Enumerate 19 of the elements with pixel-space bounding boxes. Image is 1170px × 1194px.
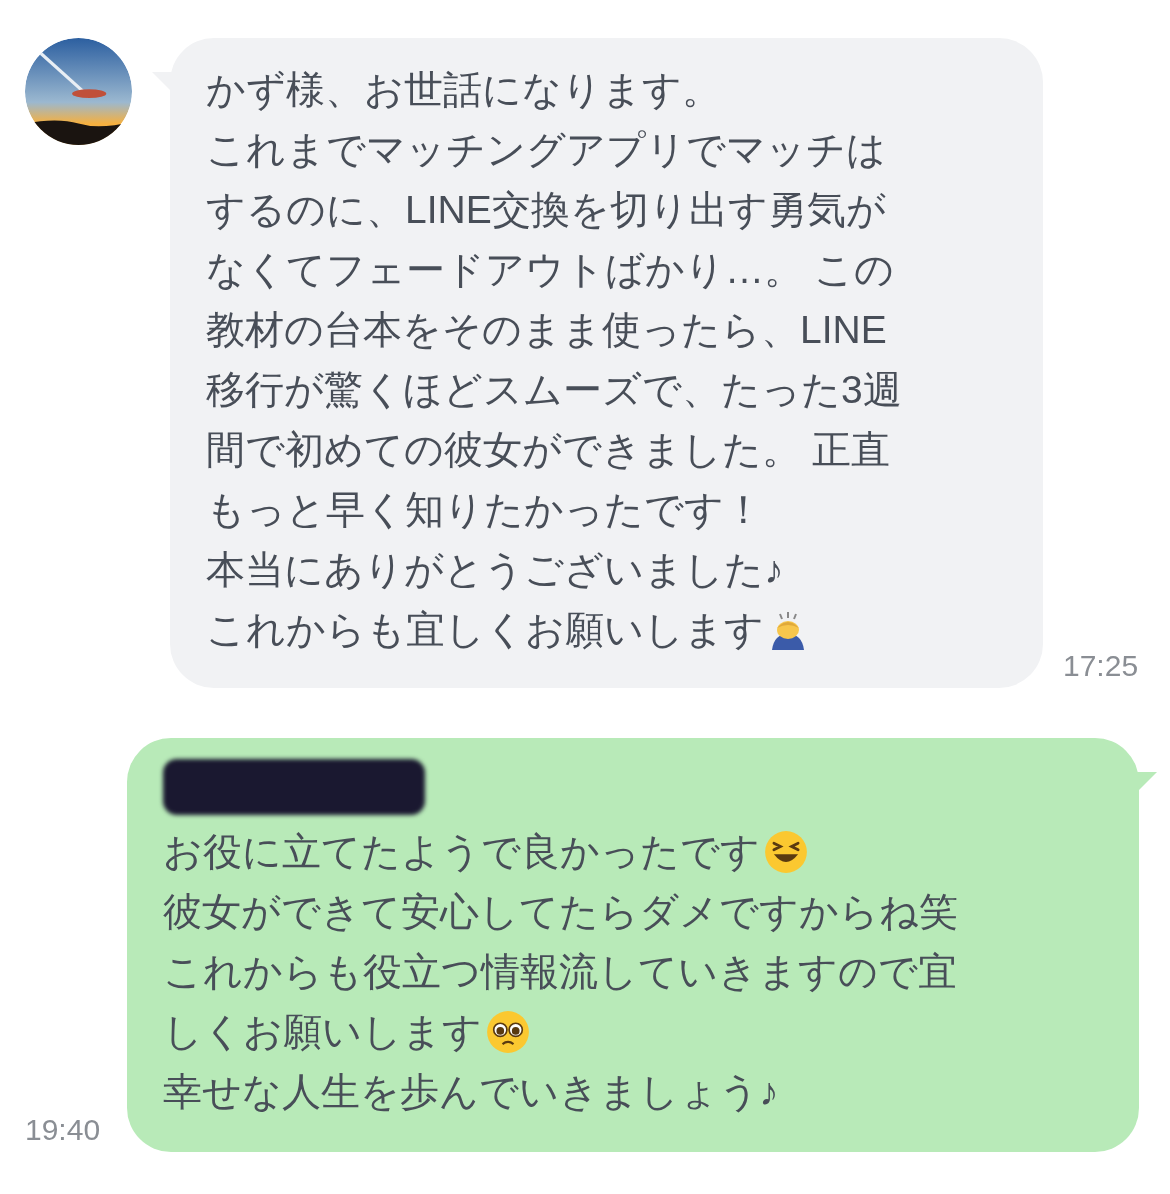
message-line: 移行が驚くほどスムーズで、たった3週 <box>206 366 902 413</box>
pleading-face-icon <box>486 1010 531 1054</box>
message-line: 間で初めての彼女ができました。 正直 <box>206 426 890 473</box>
message-line: しくお願いします <box>163 1008 483 1055</box>
message-line: かず様、お世話になります。 <box>206 66 721 113</box>
message-line: 幸せな人生を歩んでいきましょう♪ <box>163 1068 779 1115</box>
message-line: これからも宜しくお願いします <box>206 606 764 653</box>
message-line: 彼女ができて安心してたらダメですからね笑 <box>163 888 959 935</box>
message-line: これまでマッチングアプリでマッチは <box>206 126 886 173</box>
message-line: 本当にありがとうございました♪ <box>206 546 784 593</box>
message-line: これからも役立つ情報流していきますので宜 <box>163 948 958 995</box>
grinning-face-icon <box>764 830 809 874</box>
message-time: 19:40 <box>25 1112 101 1148</box>
message-line: 教材の台本をそのまま使ったら、LINE <box>206 306 887 353</box>
message-time: 17:25 <box>1063 648 1139 684</box>
message-line: するのに、LINE交換を切り出す勇気が <box>206 186 886 233</box>
message-line: なくてフェードアウトばかり…。 この <box>206 246 894 293</box>
message-line: お役に立てたようで良かったです <box>163 828 761 875</box>
message-line: もっと早く知りたかったです！ <box>206 486 763 533</box>
